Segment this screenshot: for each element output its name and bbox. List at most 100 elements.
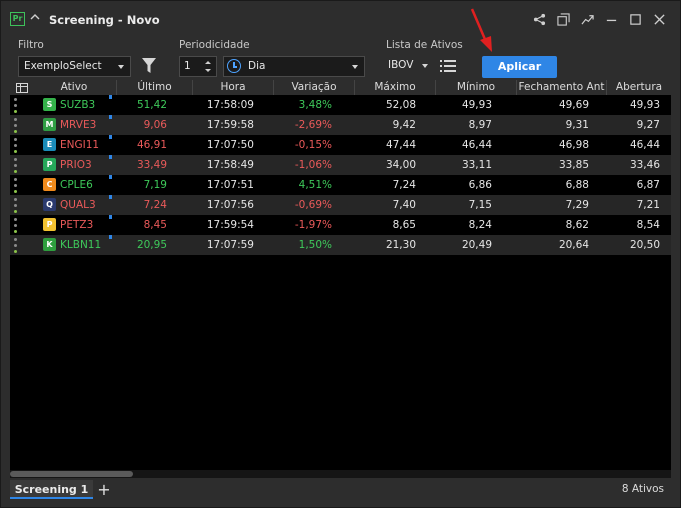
list-icon[interactable] — [440, 59, 456, 73]
cell-ultimo: 7,19 — [143, 179, 167, 191]
table-row[interactable]: C CPLE6 7,19 17:07:51 4,51% 7,24 6,86 6,88 6,87 — [10, 175, 671, 195]
status-dot — [14, 184, 17, 187]
table-row[interactable]: P PRIO3 33,49 17:58:49 -1,06% 34,00 33,11 33,85… — [10, 155, 671, 175]
cell-minimo: 20,49 — [461, 239, 492, 251]
table-header: Ativo Último Hora Variação Máximo Mínimo… — [10, 80, 671, 95]
chevron-down-icon — [352, 65, 358, 69]
column-header-minimo[interactable]: Mínimo — [436, 80, 517, 95]
asset-ticker[interactable]: PETZ3 — [60, 215, 110, 235]
scrollbar-thumb[interactable] — [10, 471, 133, 477]
update-marker — [109, 175, 112, 179]
filter-funnel-icon[interactable] — [142, 58, 156, 74]
column-header-variacao[interactable]: Variação — [274, 80, 355, 95]
cell-hora: 17:59:54 — [206, 219, 254, 231]
add-tab-button[interactable]: + — [97, 480, 111, 499]
period-count-value: 1 — [184, 60, 191, 72]
cell-maximo: 52,08 — [385, 99, 416, 111]
status-dot — [14, 164, 17, 167]
apply-button[interactable]: Aplicar — [482, 56, 557, 78]
column-header-maximo[interactable]: Máximo — [355, 80, 436, 95]
row-status-dots-icon — [14, 158, 18, 174]
update-marker — [109, 155, 112, 159]
asset-ticker[interactable]: QUAL3 — [60, 195, 110, 215]
cell-minimo: 49,93 — [461, 99, 492, 111]
status-dot — [14, 238, 17, 241]
cell-abertura: 6,87 — [636, 179, 660, 191]
cell-variacao: 4,51% — [298, 179, 332, 191]
cell-abertura: 46,44 — [629, 139, 660, 151]
status-dot — [14, 210, 17, 213]
row-status-dots-icon — [14, 118, 18, 134]
status-dot — [14, 178, 17, 181]
asset-ticker[interactable]: SUZB3 — [60, 95, 110, 115]
status-dot — [14, 218, 17, 221]
cell-fechamento: 8,62 — [565, 219, 589, 231]
cell-variacao: -1,06% — [294, 159, 332, 171]
cell-maximo: 47,44 — [385, 139, 416, 151]
column-header-ativo[interactable]: Ativo — [32, 80, 117, 95]
asset-count: 8 Ativos — [621, 483, 664, 495]
share-icon[interactable] — [532, 12, 546, 26]
detach-window-icon[interactable] — [556, 12, 570, 26]
minimize-icon[interactable] — [604, 12, 618, 26]
table-row[interactable]: E ENGI11 46,91 17:07:50 -0,15% 47,44 46,44 46,9… — [10, 135, 671, 155]
status-dot — [14, 244, 17, 247]
asset-ticker[interactable]: CPLE6 — [60, 175, 110, 195]
stepper-down-icon[interactable] — [205, 69, 211, 72]
cell-abertura: 7,21 — [636, 199, 660, 211]
cell-hora: 17:59:58 — [206, 119, 254, 131]
window-title: Screening - Novo — [49, 13, 160, 27]
table-row[interactable]: K KLBN11 20,95 17:07:59 1,50% 21,30 20,49 20,64… — [10, 235, 671, 255]
column-header-hora[interactable]: Hora — [193, 80, 274, 95]
update-marker — [109, 115, 112, 119]
status-dot — [14, 110, 17, 113]
filter-select[interactable]: ExemploSelect — [18, 56, 131, 77]
period-select[interactable]: Dia — [223, 56, 365, 77]
column-settings-icon[interactable] — [16, 83, 28, 93]
table-row[interactable]: S SUZB3 51,42 17:58:09 3,48% 52,08 49,93 49,69 4… — [10, 95, 671, 115]
maximize-icon[interactable] — [628, 12, 642, 26]
stepper-up-icon[interactable] — [205, 61, 211, 64]
column-header-abertura[interactable]: Abertura — [607, 80, 671, 95]
column-header-fechamento[interactable]: Fechamento Ant — [517, 80, 607, 95]
asset-ticker[interactable]: PRIO3 — [60, 155, 110, 175]
table-row[interactable]: M MRVE3 9,06 17:59:58 -2,69% 9,42 8,97 9,31 9,27 — [10, 115, 671, 135]
cell-variacao: -0,69% — [294, 199, 332, 211]
row-status-dots-icon — [14, 98, 18, 114]
cell-fechamento: 49,69 — [558, 99, 589, 111]
asset-ticker[interactable]: MRVE3 — [60, 115, 110, 135]
asset-ticker[interactable]: ENGI11 — [60, 135, 110, 155]
period-label: Periodicidade — [179, 39, 250, 51]
tab-bar: Screening 1 + 8 Ativos — [1, 478, 680, 507]
status-dot — [14, 124, 17, 127]
period-select-value: Dia — [248, 60, 266, 72]
app-logo-icon: Pr — [10, 12, 25, 26]
cell-abertura: 8,54 — [636, 219, 660, 231]
row-status-dots-icon — [14, 238, 18, 254]
period-count-stepper[interactable]: 1 — [179, 56, 217, 77]
status-dot — [14, 198, 17, 201]
asset-logo-icon: E — [43, 138, 56, 151]
cell-fechamento: 7,29 — [565, 199, 589, 211]
cell-hora: 17:07:50 — [206, 139, 254, 151]
cell-hora: 17:07:59 — [206, 239, 254, 251]
cell-ultimo: 33,49 — [136, 159, 167, 171]
table-row[interactable]: P PETZ3 8,45 17:59:54 -1,97% 8,65 8,24 8,62 8,54 — [10, 215, 671, 235]
cell-minimo: 46,44 — [461, 139, 492, 151]
assets-list-select[interactable]: IBOV — [384, 56, 432, 77]
update-marker — [109, 215, 112, 219]
chevron-down-icon — [422, 64, 428, 68]
tab-screening-1[interactable]: Screening 1 — [10, 480, 93, 499]
cell-hora: 17:07:51 — [206, 179, 254, 191]
asset-ticker[interactable]: KLBN11 — [60, 235, 110, 255]
table-row[interactable]: Q QUAL3 7,24 17:07:56 -0,69% 7,40 7,15 7,29 7,21 — [10, 195, 671, 215]
chart-link-icon[interactable] — [580, 12, 594, 26]
chevron-up-icon[interactable] — [29, 11, 41, 23]
screening-table: Ativo Último Hora Variação Máximo Mínimo… — [10, 80, 671, 478]
close-icon[interactable] — [652, 12, 666, 26]
asset-logo-icon: P — [43, 158, 56, 171]
asset-logo-icon: S — [43, 98, 56, 111]
horizontal-scrollbar[interactable] — [10, 470, 671, 478]
column-header-ultimo[interactable]: Último — [117, 80, 193, 95]
cell-minimo: 7,15 — [468, 199, 492, 211]
